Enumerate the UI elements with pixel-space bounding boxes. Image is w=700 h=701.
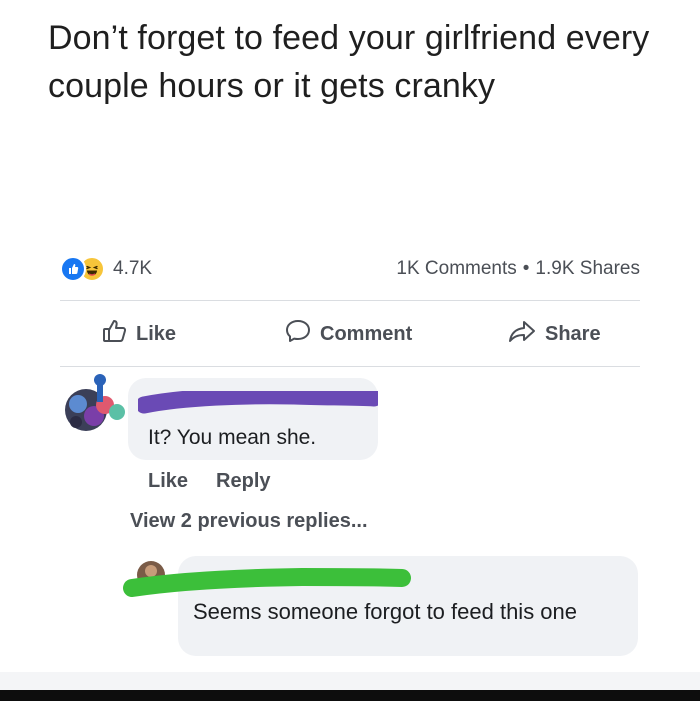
redacted-name-scribble xyxy=(135,387,383,415)
comment-label: Comment xyxy=(320,322,413,345)
post-text: Don’t forget to feed your girlfriend eve… xyxy=(48,19,650,105)
commenter-avatar[interactable] xyxy=(64,370,128,440)
post-stats: 4.7K 1K Comments • 1.9K Shares xyxy=(60,256,640,282)
comment-button[interactable]: Comment xyxy=(284,312,412,356)
share-label: Share xyxy=(545,322,601,345)
shares-count[interactable]: 1.9K Shares xyxy=(535,258,640,280)
screenshot-border xyxy=(0,690,700,701)
like-reaction-icon xyxy=(60,256,86,282)
post-actions: Like Comment Share xyxy=(60,312,640,356)
reactions-summary[interactable]: 4.7K xyxy=(60,256,152,282)
actions-divider xyxy=(60,366,640,367)
like-label: Like xyxy=(136,322,177,345)
stats-divider xyxy=(60,300,640,301)
share-arrow-icon xyxy=(507,319,537,349)
comment-reply-link[interactable]: Reply xyxy=(216,470,270,493)
reaction-count: 4.7K xyxy=(113,258,153,279)
like-button[interactable]: Like xyxy=(102,312,176,356)
comment-actions: Like Reply xyxy=(148,470,271,493)
share-button[interactable]: Share xyxy=(507,312,601,356)
comment-bubble-icon xyxy=(284,318,312,350)
comment-text: It? You mean she. xyxy=(148,426,317,449)
view-previous-replies-link[interactable]: View 2 previous replies... xyxy=(130,510,368,533)
reply-text: Seems someone forgot to feed this one xyxy=(193,599,578,624)
screenshot-edge xyxy=(0,672,700,690)
thumbs-up-icon xyxy=(102,318,128,350)
comment-like-link[interactable]: Like xyxy=(148,470,188,493)
stats-separator: • xyxy=(522,258,530,279)
comments-count[interactable]: 1K Comments xyxy=(396,258,516,280)
